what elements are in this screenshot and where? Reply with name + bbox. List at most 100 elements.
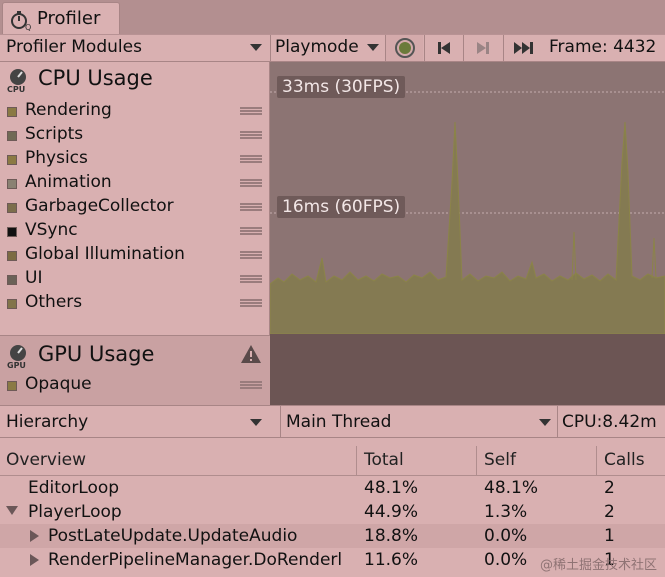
drag-handle-icon[interactable] [240,227,262,235]
cpu-item-vsync[interactable]: VSync [0,220,270,244]
cpu-item-others[interactable]: Others [0,292,270,316]
row-total: 18.8% [364,526,419,546]
cpu-module-header[interactable]: CPU CPU Usage [0,62,270,98]
drag-handle-icon[interactable] [240,203,262,211]
cpu-usage-chart[interactable]: 33ms (30FPS) 16ms (60FPS) [270,62,665,334]
current-frame-button[interactable] [503,35,541,61]
cpu-item-ui[interactable]: UI [0,268,270,292]
global-illumination-color-swatch[interactable] [7,251,17,261]
column-divider[interactable] [356,446,357,476]
playmode-label: Playmode [275,37,359,57]
drag-handle-icon[interactable] [240,275,262,283]
gpu-usage-chart[interactable] [270,334,665,405]
record-icon [395,38,415,58]
column-header-total[interactable]: Total [364,450,404,470]
table-row[interactable]: EditorLoop 48.1% 48.1% 2 [0,476,665,500]
gpu-module-section[interactable]: GPU GPU Usage Opaque [0,335,270,405]
opaque-color-swatch[interactable] [7,381,17,391]
row-calls: 1 [604,526,615,546]
animation-color-swatch[interactable] [7,179,17,189]
cpu-item-scripts[interactable]: Scripts [0,124,270,148]
warning-icon[interactable] [240,344,262,364]
hierarchy-toolbar: Hierarchy Main Thread CPU:8.42m [0,405,665,438]
cpu-item-global-illumination[interactable]: Global Illumination [0,244,270,268]
cpu-item-label: VSync [25,220,78,240]
cpu-item-rendering[interactable]: Rendering [0,100,270,124]
cpu-spike-mid [571,231,577,281]
gpu-item-opaque[interactable]: Opaque [0,374,270,398]
drag-handle-icon[interactable] [240,131,262,139]
record-button[interactable] [385,35,423,61]
prev-frame-button[interactable] [424,35,462,61]
tab-bar: Q Profiler [0,0,665,34]
drag-handle-icon[interactable] [240,107,262,115]
chevron-down-icon [539,419,551,426]
column-header-calls[interactable]: Calls [604,450,645,470]
garbagecollector-color-swatch[interactable] [7,203,17,213]
cpu-frame-time-area [270,121,665,334]
playmode-dropdown[interactable]: Playmode [270,35,384,61]
profiler-toolbar: Profiler Modules Playmode Frame: 4432 [0,34,665,62]
cpu-gauge-icon: CPU [7,69,26,93]
rendering-color-swatch[interactable] [7,107,17,117]
ui-color-swatch[interactable] [7,275,17,285]
vsync-color-swatch[interactable] [7,227,17,237]
drag-handle-icon[interactable] [240,381,262,389]
cpu-item-label: Global Illumination [25,244,185,264]
cpu-module-title: CPU Usage [38,66,153,90]
others-color-swatch[interactable] [7,299,17,309]
prev-frame-icon [438,42,450,54]
row-total: 44.9% [364,502,419,522]
column-header-self[interactable]: Self [484,450,516,470]
cpu-item-label: GarbageCollector [25,196,174,216]
table-row[interactable]: PostLateUpdate.UpdateAudio 18.8% 0.0% 1 [0,524,665,548]
cpu-time-readout: CPU:8.42m [562,412,657,432]
tab-title: Profiler [37,8,101,29]
cpu-item-physics[interactable]: Physics [0,148,270,172]
column-header-overview[interactable]: Overview [6,450,86,470]
fps-60-label: 16ms (60FPS) [277,196,406,218]
cpu-item-label: UI [25,268,43,288]
table-header: Overview Total Self Calls [0,446,665,476]
gpu-gauge-icon: GPU [7,345,26,369]
gpu-item-label: Opaque [25,374,92,394]
cpu-spike-right [651,237,657,279]
view-mode-label: Hierarchy [6,412,89,432]
cpu-item-label: Physics [25,148,88,168]
row-calls: 2 [604,478,615,498]
row-self: 0.0% [484,550,528,570]
physics-color-swatch[interactable] [7,155,17,165]
column-divider[interactable] [476,446,477,476]
collapse-arrow-icon[interactable] [30,554,39,566]
frame-counter: Frame: 4432 [549,37,657,57]
view-mode-dropdown[interactable]: Hierarchy [0,406,270,437]
drag-handle-icon[interactable] [240,251,262,259]
tab-profiler[interactable]: Q Profiler [2,2,120,34]
chevron-down-icon [250,44,262,51]
row-self: 1.3% [484,502,528,522]
svg-text:Q: Q [25,23,31,31]
drag-handle-icon[interactable] [240,179,262,187]
table-row[interactable]: PlayerLoop 44.9% 1.3% 2 [0,500,665,524]
expand-arrow-icon[interactable] [6,506,18,515]
profiler-modules-label: Profiler Modules [6,37,142,57]
profiler-stopwatch-icon: Q [11,11,31,31]
profiler-modules-dropdown[interactable]: Profiler Modules [0,35,268,61]
next-frame-icon [477,42,489,54]
gpu-module-title: GPU Usage [38,342,155,366]
cpu-item-animation[interactable]: Animation [0,172,270,196]
watermark-text: @稀土掘金技术社区 [539,558,657,573]
thread-dropdown[interactable]: Main Thread [280,406,558,437]
cpu-icon-text: CPU [7,85,25,93]
row-name: RenderPipelineManager.DoRenderl [48,550,343,570]
cpu-item-label: Animation [25,172,112,192]
column-divider[interactable] [596,446,597,476]
drag-handle-icon[interactable] [240,299,262,307]
cpu-item-garbagecollector[interactable]: GarbageCollector [0,196,270,220]
drag-handle-icon[interactable] [240,155,262,163]
scripts-color-swatch[interactable] [7,131,17,141]
next-frame-button[interactable] [463,35,501,61]
gpu-icon-text: GPU [7,361,26,369]
collapse-arrow-icon[interactable] [30,530,39,542]
row-name: EditorLoop [28,478,120,498]
